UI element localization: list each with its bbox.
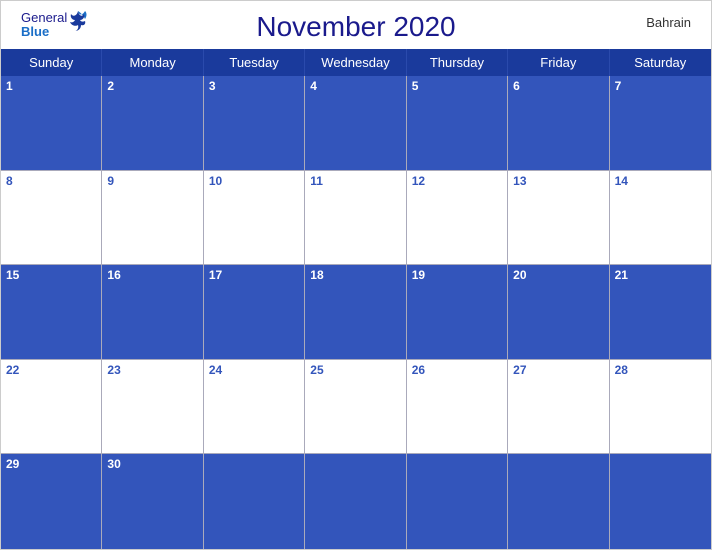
calendar-cell: 18 <box>305 265 406 360</box>
calendar-cell <box>204 454 305 549</box>
date-number: 21 <box>615 268 628 282</box>
calendar-cell: 9 <box>102 171 203 266</box>
date-number: 14 <box>615 174 628 188</box>
days-header: Sunday Monday Tuesday Wednesday Thursday… <box>1 49 711 76</box>
date-number: 17 <box>209 268 222 282</box>
calendar-title: November 2020 <box>256 11 455 43</box>
calendar-cell: 22 <box>1 360 102 455</box>
calendar-cell: 24 <box>204 360 305 455</box>
date-number: 23 <box>107 363 120 377</box>
calendar-cell: 28 <box>610 360 711 455</box>
calendar-cell: 19 <box>407 265 508 360</box>
date-number: 11 <box>310 174 323 188</box>
day-friday: Friday <box>508 49 609 76</box>
calendar-cell: 20 <box>508 265 609 360</box>
date-number: 6 <box>513 79 520 93</box>
calendar-cell <box>610 454 711 549</box>
calendar-cell: 27 <box>508 360 609 455</box>
calendar-header: General Blue November 2020 Bahrain <box>1 1 711 49</box>
date-number: 5 <box>412 79 419 93</box>
calendar-cell: 10 <box>204 171 305 266</box>
calendar-cell: 26 <box>407 360 508 455</box>
date-number: 18 <box>310 268 323 282</box>
calendar-cell <box>508 454 609 549</box>
calendar-cell: 17 <box>204 265 305 360</box>
calendar-cell: 8 <box>1 171 102 266</box>
date-number: 4 <box>310 79 317 93</box>
logo-blue-text: Blue <box>21 25 67 39</box>
calendar-cell: 15 <box>1 265 102 360</box>
calendar-cell: 13 <box>508 171 609 266</box>
date-number: 15 <box>6 268 19 282</box>
logo-bird-icon <box>69 11 87 31</box>
date-number: 27 <box>513 363 526 377</box>
calendar-country: Bahrain <box>646 15 691 30</box>
day-sunday: Sunday <box>1 49 102 76</box>
calendar-cell <box>305 454 406 549</box>
calendar-cell <box>407 454 508 549</box>
date-number: 16 <box>107 268 120 282</box>
date-number: 7 <box>615 79 622 93</box>
calendar-cell: 21 <box>610 265 711 360</box>
calendar-cell: 1 <box>1 76 102 171</box>
calendar-cell: 6 <box>508 76 609 171</box>
day-wednesday: Wednesday <box>305 49 406 76</box>
date-number: 10 <box>209 174 222 188</box>
date-number: 8 <box>6 174 13 188</box>
day-thursday: Thursday <box>407 49 508 76</box>
calendar-cell: 7 <box>610 76 711 171</box>
date-number: 29 <box>6 457 19 471</box>
date-number: 13 <box>513 174 526 188</box>
calendar-cell: 12 <box>407 171 508 266</box>
calendar-cell: 25 <box>305 360 406 455</box>
logo-general-text: General <box>21 11 67 25</box>
date-number: 25 <box>310 363 323 377</box>
date-number: 30 <box>107 457 120 471</box>
date-number: 22 <box>6 363 19 377</box>
date-number: 19 <box>412 268 425 282</box>
date-number: 20 <box>513 268 526 282</box>
date-number: 9 <box>107 174 114 188</box>
calendar-cell: 16 <box>102 265 203 360</box>
date-number: 26 <box>412 363 425 377</box>
date-number: 24 <box>209 363 222 377</box>
calendar-cell: 2 <box>102 76 203 171</box>
logo: General Blue <box>21 11 87 40</box>
calendar-cell: 23 <box>102 360 203 455</box>
calendar-cell: 11 <box>305 171 406 266</box>
day-monday: Monday <box>102 49 203 76</box>
calendar: General Blue November 2020 Bahrain Sunda… <box>0 0 712 550</box>
calendar-cell: 5 <box>407 76 508 171</box>
calendar-cell: 14 <box>610 171 711 266</box>
calendar-cell: 29 <box>1 454 102 549</box>
date-number: 2 <box>107 79 114 93</box>
calendar-grid: 1234567891011121314151617181920212223242… <box>1 76 711 549</box>
date-number: 12 <box>412 174 425 188</box>
calendar-cell: 30 <box>102 454 203 549</box>
day-tuesday: Tuesday <box>204 49 305 76</box>
date-number: 3 <box>209 79 216 93</box>
day-saturday: Saturday <box>610 49 711 76</box>
calendar-cell: 3 <box>204 76 305 171</box>
date-number: 1 <box>6 79 13 93</box>
calendar-cell: 4 <box>305 76 406 171</box>
date-number: 28 <box>615 363 628 377</box>
